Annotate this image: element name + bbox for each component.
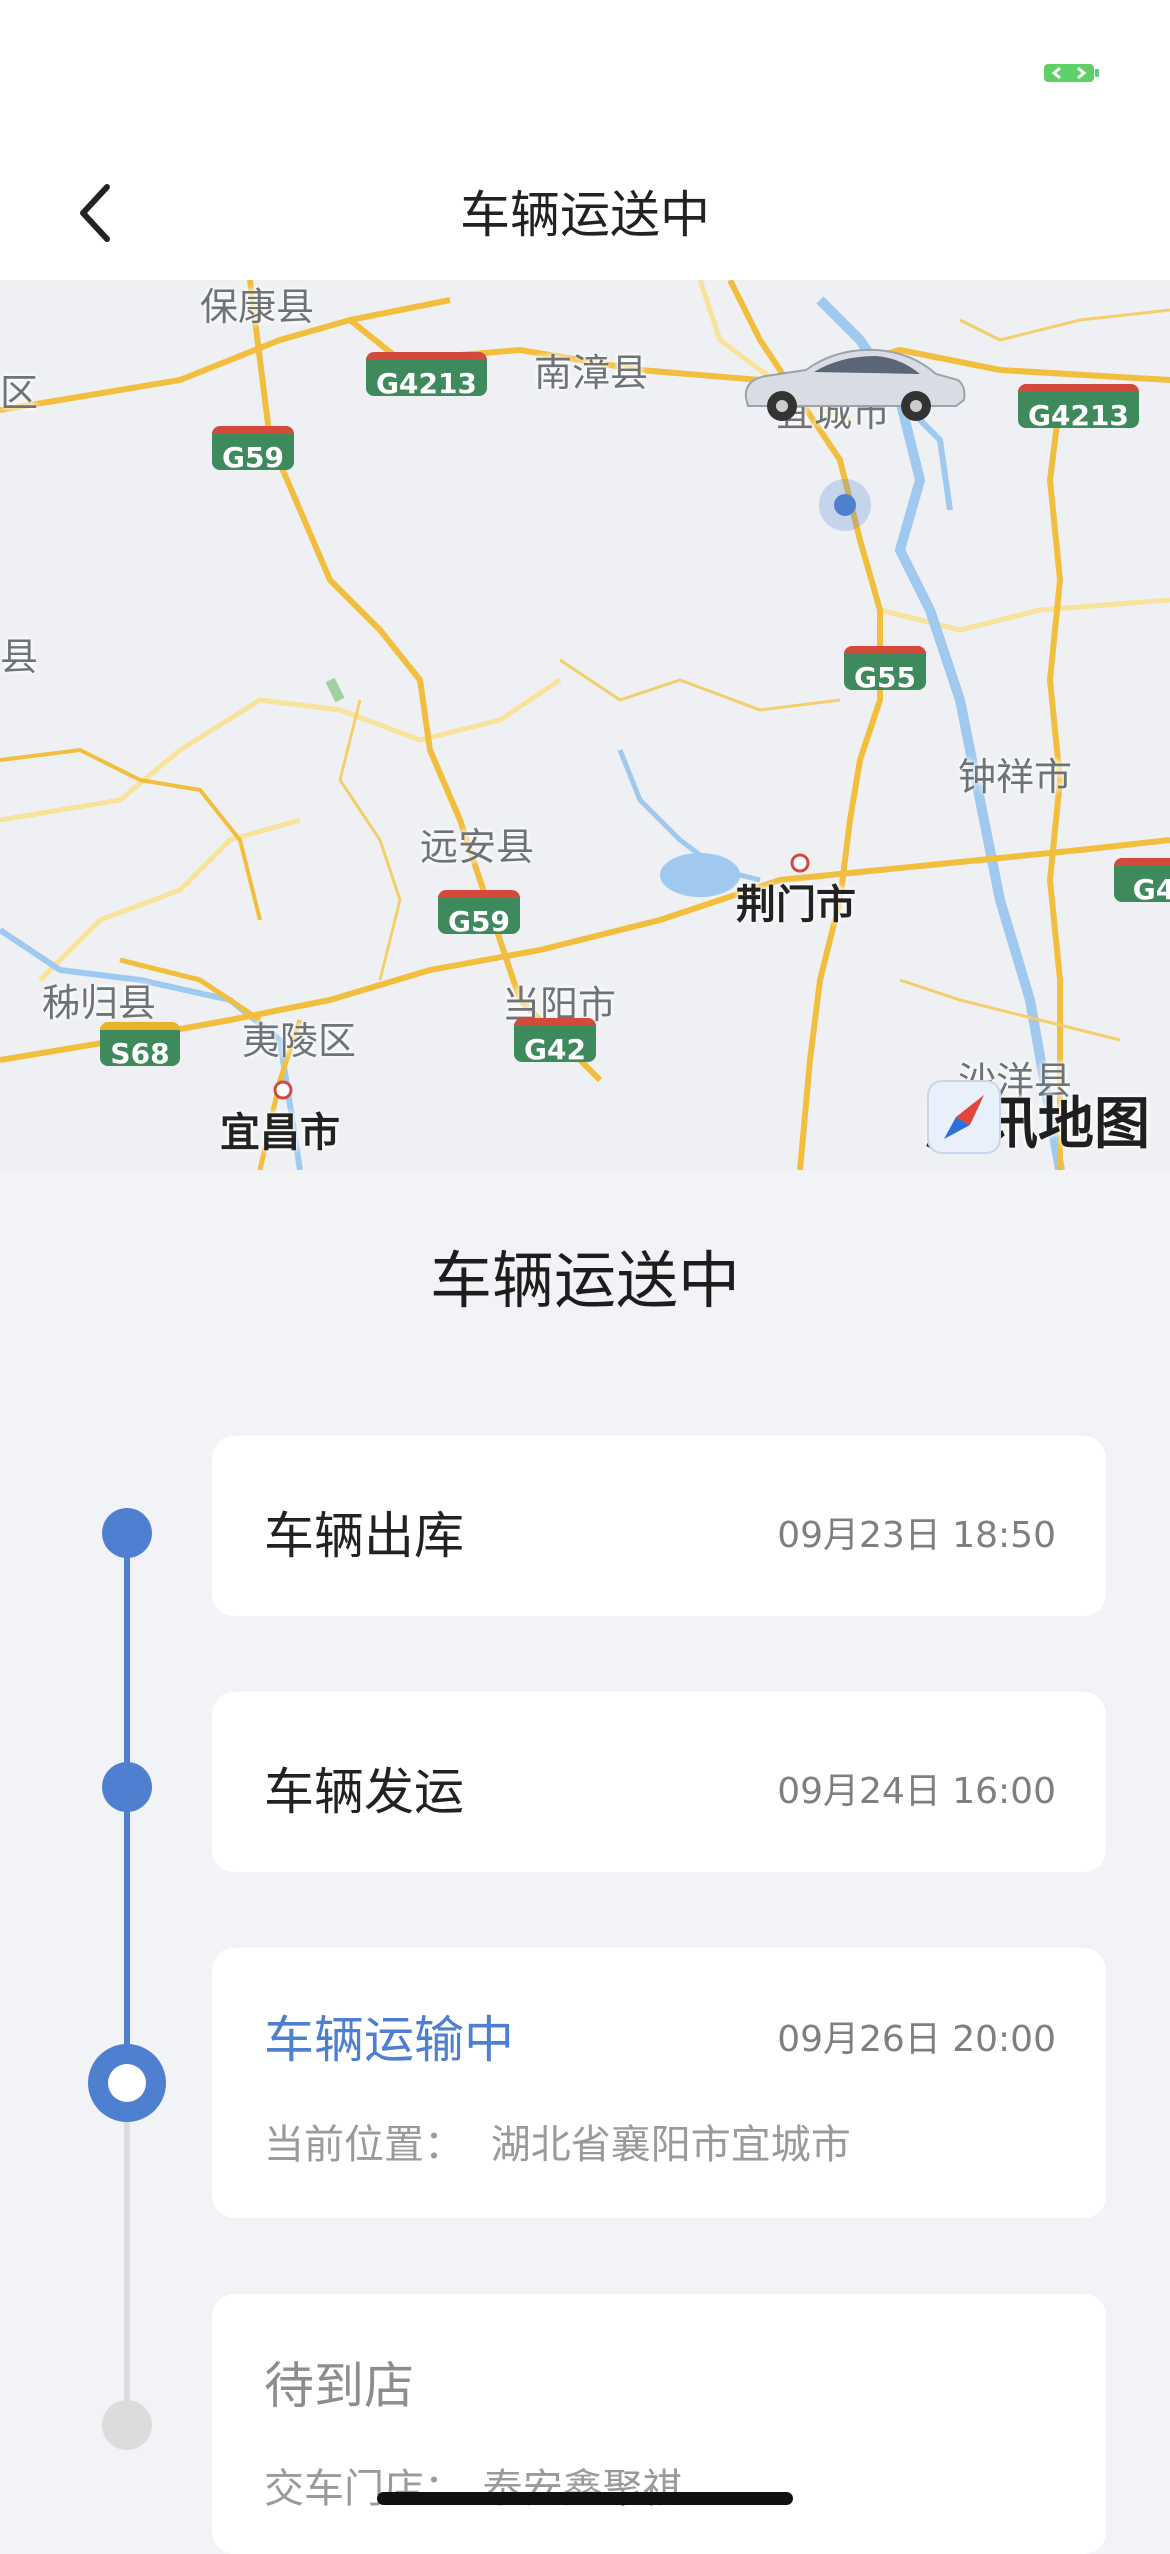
current-location-value: 湖北省襄阳市宜城市: [490, 2122, 851, 2168]
map-label: 区: [0, 371, 39, 415]
delivery-store-label: 交车门店：: [264, 2466, 464, 2512]
highway-shield: G4: [1114, 858, 1170, 906]
delivery-store: 交车门店： 泰安鑫聚祺: [264, 2456, 683, 2514]
highway-shield: G55: [844, 646, 926, 694]
current-location-label: 当前位置：: [264, 2122, 464, 2168]
timeline-dot-current-inner: [108, 2064, 146, 2102]
map-label: 宜昌市: [220, 1110, 340, 1156]
timeline-card: 车辆出库 09月23日 18:50: [212, 1436, 1106, 1616]
map-label: 夷陵区: [242, 1019, 357, 1063]
map-label: 南漳县: [534, 351, 649, 395]
timeline-dot-pending: [102, 2400, 152, 2450]
highway-shield: G42: [514, 1018, 596, 1066]
delivery-store-value: 泰安鑫聚祺: [482, 2466, 683, 2512]
timeline-card-pending: 待到店 交车门店： 泰安鑫聚祺: [212, 2294, 1106, 2554]
status-bar: [0, 0, 1170, 150]
car-marker-icon: [744, 348, 966, 421]
step-time: 09月26日 20:00: [777, 2019, 1056, 2060]
step-title: 车辆发运: [264, 1763, 464, 1821]
timeline-dot-done: [102, 1762, 152, 1812]
current-location: 当前位置： 湖北省襄阳市宜城市: [264, 2112, 851, 2170]
map-label: 远安县: [420, 825, 535, 869]
step-title: 车辆出库: [264, 1507, 464, 1565]
map-label: 钟祥市: [958, 755, 1073, 799]
map-label: 荆门市: [736, 882, 856, 928]
step-title: 待到店: [264, 2357, 414, 2415]
timeline-card: 车辆发运 09月24日 16:00: [212, 1692, 1106, 1872]
section-title: 车辆运送中: [429, 1244, 740, 1317]
map-label: 秭归县: [42, 981, 157, 1025]
step-time: 09月24日 16:00: [777, 1771, 1056, 1812]
timeline-card-current: 车辆运输中 09月26日 20:00 当前位置： 湖北省襄阳市宜城市: [212, 1948, 1106, 2218]
timeline-dot-done: [102, 1508, 152, 1558]
highway-shield: G59: [212, 426, 294, 474]
step-time: 09月23日 18:50: [777, 1515, 1056, 1556]
compass-icon: [927, 1080, 1001, 1154]
page-title: 车辆运送中: [460, 186, 710, 244]
home-indicator[interactable]: [377, 2492, 793, 2505]
map-logo: 腾讯地图: [926, 1079, 1150, 1160]
navigation-bar: 车辆运送中: [0, 150, 1170, 280]
highway-shield: G4213: [1018, 384, 1139, 432]
map-label: 县: [0, 635, 39, 679]
timeline-line-pending: [124, 2084, 130, 2424]
highway-shield: G59: [438, 890, 520, 938]
battery-icon: [1044, 64, 1099, 82]
step-title: 车辆运输中: [264, 2011, 514, 2069]
highway-shield: G4213: [366, 352, 487, 400]
map-label: 保康县: [200, 285, 315, 329]
highway-shield: S68: [100, 1022, 180, 1070]
map-view[interactable]: 保康县 南漳县 宜城市 区 县 钟祥市 远安县 荆门市 秭归县 夷陵区 当阳市 …: [0, 280, 1170, 1170]
